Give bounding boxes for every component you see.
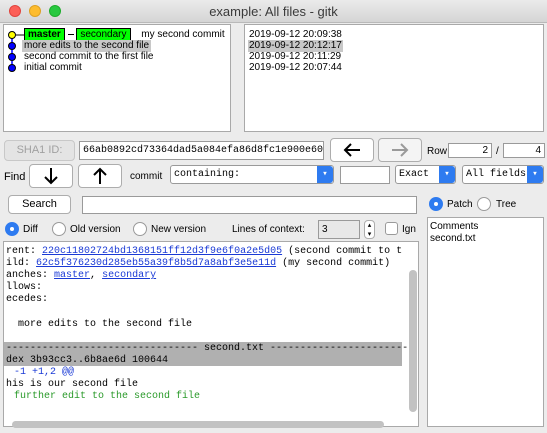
forward-button[interactable] (378, 138, 422, 162)
commit-node (8, 64, 16, 72)
diff-label: Diff (23, 224, 38, 235)
commit-row[interactable]: initial commit (24, 62, 82, 74)
search-button-label: Search (22, 198, 57, 210)
find-next-button[interactable] (29, 164, 73, 188)
commit-details-pane[interactable]: rent: 220c11802724bd1368151ff12d3f9e6f0a… (3, 241, 419, 427)
sha1-id-label: SHA1 ID: (16, 144, 63, 156)
lines-of-context-label: Lines of context: (232, 224, 305, 235)
follows-label: llows: (6, 282, 43, 293)
commit-message: more edits to the second file (24, 40, 150, 51)
down-arrow-icon (44, 168, 58, 185)
commit-node (8, 31, 16, 39)
patch-label: Patch (447, 199, 473, 210)
old-version-label: Old version (70, 224, 121, 235)
child-sha-link[interactable]: 62c5f376230d285eb55a39f8b5d7a8abf3e5e11d (36, 258, 276, 269)
gitk-window: example: All files - gitk master seconda… (0, 0, 547, 433)
commit-node (8, 42, 16, 50)
commit-list[interactable]: master secondary my second commit more e… (3, 24, 231, 132)
commit-date-list[interactable]: 2019-09-12 20:09:38 2019-09-12 20:12:17 … (244, 24, 544, 132)
sha1-id-field[interactable]: 66ab0892cd73364dad5a084efa86d8fc1e900e60 (79, 141, 324, 160)
parent-sha-link[interactable]: 220c11802724bd1368151ff12d3f9e6f0a2e5d05 (42, 246, 282, 257)
index-line: dex 3b93cc3..6b8ae6d 100644 (6, 355, 169, 366)
commit-message: initial commit (24, 62, 82, 73)
commit-message-body: more edits to the second file (18, 319, 193, 330)
details-vertical-scrollbar[interactable] (409, 270, 417, 412)
context-stepper[interactable]: ▴ ▾ (364, 220, 375, 239)
branch-separator: , (90, 270, 97, 281)
child-label: ild: (6, 258, 31, 269)
tree-label: Tree (496, 199, 517, 210)
right-arrow-icon (392, 143, 409, 157)
new-version-label: New version (151, 224, 207, 235)
find-label: Find (4, 171, 26, 183)
sha1-id-button[interactable]: SHA1 ID: (4, 140, 75, 161)
branches-line: anches: master, secondary (6, 270, 156, 282)
window-title: example: All files - gitk (209, 4, 338, 19)
find-fields-value: All fields (466, 169, 527, 180)
branch-link-secondary[interactable]: secondary (102, 270, 156, 281)
diff-radio[interactable] (5, 222, 19, 236)
child-message: (my second commit) (282, 258, 391, 269)
row-total: 4 (535, 145, 541, 156)
commit-message: my second commit (141, 29, 225, 40)
search-button[interactable]: Search (8, 195, 71, 214)
lines-of-context-input[interactable]: 3 (318, 220, 360, 239)
row-current: 2 (482, 145, 488, 156)
find-match-select[interactable]: Exact ▾ (395, 165, 456, 184)
title-bar: example: All files - gitk (0, 0, 547, 23)
find-type-label: commit (130, 171, 163, 182)
left-arrow-icon (343, 143, 360, 157)
row-label: Row (427, 146, 448, 157)
find-prev-button[interactable] (78, 164, 122, 188)
commit-date: 2019-09-12 20:07:44 (249, 62, 342, 73)
new-version-radio[interactable] (133, 222, 147, 236)
hunk-header: -1 +1,2 @@ (14, 367, 75, 378)
branch-link-master[interactable]: master (54, 270, 90, 281)
find-match-value: Exact (399, 169, 430, 180)
child-line: ild: 62c5f376230d285eb55a39f8b5d7a8abf3e… (6, 258, 390, 270)
patch-radio[interactable] (429, 197, 443, 211)
row-current-field: 2 (448, 143, 492, 158)
branches-label: anches: (6, 270, 49, 281)
up-arrow-icon (93, 167, 107, 184)
back-button[interactable] (330, 138, 374, 162)
parent-label: rent: (6, 246, 37, 257)
ignore-whitespace-label: Ign (402, 224, 416, 235)
find-mode-value: containing: (174, 169, 241, 180)
tree-radio[interactable] (477, 197, 491, 211)
row-total-field: 4 (503, 143, 545, 158)
commit-message: second commit to the first file (24, 51, 154, 62)
context-line: his is our second file (6, 379, 139, 390)
search-input[interactable] (82, 196, 417, 214)
precedes-label: ecedes: (6, 294, 49, 305)
file-header: -------------------------------- second.… (6, 343, 415, 354)
parent-line: rent: 220c11802724bd1368151ff12d3f9e6f0a… (6, 246, 402, 258)
find-fields-select[interactable]: All fields ▾ (462, 165, 544, 184)
chevron-down-icon: ▾ (317, 166, 333, 183)
find-mode-select[interactable]: containing: ▾ (170, 165, 334, 184)
ignore-whitespace-checkbox[interactable] (385, 222, 398, 235)
parent-message: (second commit to t (288, 246, 403, 257)
file-list-item[interactable]: second.txt (430, 233, 476, 245)
find-input[interactable] (340, 166, 390, 184)
added-line: further edit to the second file (14, 391, 201, 402)
file-list[interactable]: Comments second.txt (427, 217, 544, 427)
commit-node (8, 53, 16, 61)
chevron-down-icon: ▾ (439, 166, 455, 183)
old-version-radio[interactable] (52, 222, 66, 236)
row-separator: / (496, 146, 499, 157)
details-horizontal-scrollbar[interactable] (12, 421, 384, 428)
file-list-item[interactable]: Comments (430, 221, 478, 233)
chevron-down-icon: ▾ (527, 166, 543, 183)
